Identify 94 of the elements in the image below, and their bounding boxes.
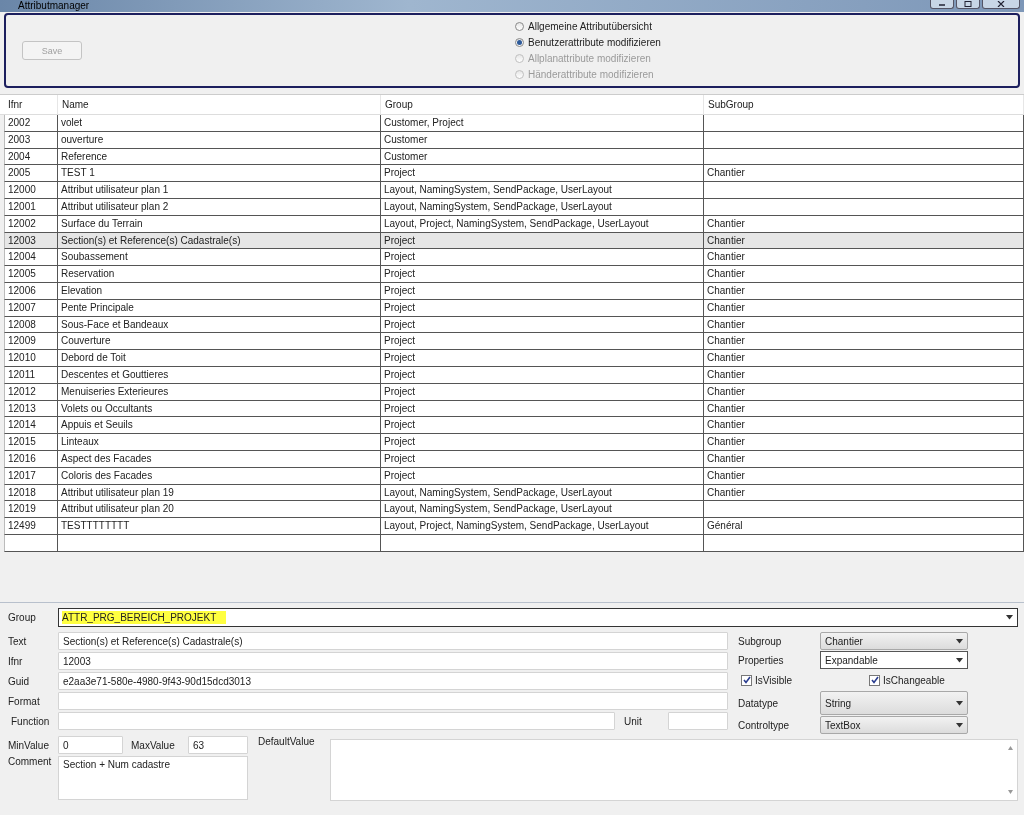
group-combobox[interactable]: ATTR_PRG_BEREICH_PROJEKT	[58, 608, 1018, 627]
table-cell[interactable]: 12010	[4, 350, 58, 367]
table-cell: Soubassement	[58, 249, 381, 267]
table-cell: Customer, Project	[381, 115, 704, 132]
table-cell: Couverture	[58, 333, 381, 351]
table-cell[interactable]: 12015	[4, 434, 58, 451]
field-label: MaxValue	[130, 739, 176, 751]
table-cell[interactable]: 12014	[4, 417, 58, 435]
field-label: Controltype	[738, 719, 791, 731]
input-field[interactable]: 12003	[58, 652, 728, 670]
table-cell: Appuis et Seuils	[58, 417, 381, 435]
table-cell: Layout, NamingSystem, SendPackage, UserLayout	[381, 501, 704, 519]
column-header[interactable]: Group	[381, 95, 704, 115]
field-label: Unit	[623, 715, 643, 727]
field-label: MinValue	[8, 739, 50, 751]
table-cell: Chantier	[704, 417, 1024, 435]
table-cell: Debord de Toit	[58, 350, 381, 367]
column-header[interactable]: Name	[58, 95, 381, 115]
field-label: Ifnr	[8, 655, 24, 667]
scroll-up-icon	[1007, 746, 1013, 750]
table-cell: Chantier	[704, 165, 1024, 183]
caret-icon	[956, 657, 963, 663]
caret-icon	[956, 700, 963, 706]
table-cell: Project	[381, 417, 704, 435]
dropdown[interactable]: TextBox	[820, 716, 968, 734]
column-header[interactable]: SubGroup	[704, 95, 1024, 115]
radio-label[interactable]: Benutzerattribute modifizieren	[528, 36, 661, 48]
table-cell[interactable]: 12000	[4, 182, 58, 199]
radio-label[interactable]: Allgemeine Attributübersicht	[528, 20, 652, 32]
table-cell: Linteaux	[58, 434, 381, 451]
input-field[interactable]	[58, 712, 616, 730]
field-label: Subgroup	[738, 635, 783, 647]
table-cell: Project	[381, 165, 704, 183]
table-cell[interactable]: 12499	[4, 518, 58, 535]
field-label: Group	[8, 612, 37, 623]
maximize-icon[interactable]	[956, 0, 980, 9]
table-cell: Reservation	[58, 266, 381, 283]
table-cell: Général	[704, 518, 1024, 535]
table-cell[interactable]: 12019	[4, 501, 58, 519]
table-cell: Project	[381, 266, 704, 283]
unit-field[interactable]	[668, 712, 728, 730]
scroll-down-icon	[1007, 790, 1013, 794]
window-title: Attributmanager	[17, 0, 90, 12]
close-icon[interactable]	[982, 0, 1020, 9]
checkbox[interactable]	[869, 674, 881, 686]
minimize-icon[interactable]	[930, 0, 954, 9]
table-cell: Attribut utilisateur plan 1	[58, 182, 381, 199]
dropdown[interactable]: Expandable	[820, 651, 968, 669]
table-cell: TESTTTTTTTT	[58, 518, 381, 535]
field-label: Function	[10, 715, 51, 727]
radio-button[interactable]	[515, 21, 524, 31]
table-cell: Project	[381, 434, 704, 451]
table-cell: Attribut utilisateur plan 20	[58, 501, 381, 519]
dropdown[interactable]: Chantier	[820, 632, 968, 650]
field-label: Guid	[8, 675, 31, 687]
table-cell: Project	[381, 249, 704, 267]
checkbox-label[interactable]: IsVisible	[755, 674, 793, 686]
table-cell[interactable]: 12004	[4, 249, 58, 267]
table-cell[interactable]: 12005	[4, 266, 58, 283]
table-cell: Chantier	[704, 249, 1024, 267]
input-field[interactable]: 63	[188, 736, 248, 754]
table-cell: Project	[381, 333, 704, 351]
field-label: Text	[8, 635, 28, 647]
field-label: Format	[8, 695, 41, 707]
table-cell: Project	[381, 350, 704, 367]
checkbox[interactable]	[741, 674, 752, 686]
dropdown[interactable]: String	[820, 691, 968, 715]
field-label: Comment	[8, 756, 53, 767]
caret-icon	[956, 638, 963, 644]
input-field[interactable]	[58, 692, 728, 710]
input-field[interactable]: e2aa3e71-580e-4980-9f43-90d15dcd3013	[58, 672, 728, 690]
checkbox-label[interactable]: IsChangeable	[883, 674, 945, 686]
field-label: Properties	[738, 654, 785, 666]
input-field[interactable]: Section(s) et Reference(s) Cadastrale(s)	[58, 632, 728, 650]
field-label: DefaultValue	[258, 736, 315, 747]
input-field[interactable]: 0	[58, 736, 123, 754]
field-label: Datatype	[738, 697, 780, 709]
comment-field[interactable]: Section + Num cadastre	[58, 756, 248, 800]
default-value-field[interactable]	[330, 739, 1018, 801]
caret-icon	[1006, 615, 1013, 620]
column-header[interactable]: Ifnr	[0, 95, 58, 115]
table-cell: TEST 1	[58, 165, 381, 183]
table-cell[interactable]: 2002	[4, 115, 58, 132]
radio-button[interactable]	[515, 37, 524, 47]
table-cell: Layout, Project, NamingSystem, SendPackage, UserLayout	[381, 518, 704, 535]
table-cell: volet	[58, 115, 381, 132]
table-cell: Chantier	[704, 350, 1024, 367]
table-cell[interactable]: 2005	[4, 165, 58, 183]
table-cell: Chantier	[704, 434, 1024, 451]
caret-icon	[956, 722, 963, 728]
table-cell: Layout, NamingSystem, SendPackage, UserLayout	[381, 182, 704, 199]
table-cell[interactable]: 12009	[4, 333, 58, 351]
table-cell: Chantier	[704, 266, 1024, 283]
table-cell: Chantier	[704, 333, 1024, 351]
